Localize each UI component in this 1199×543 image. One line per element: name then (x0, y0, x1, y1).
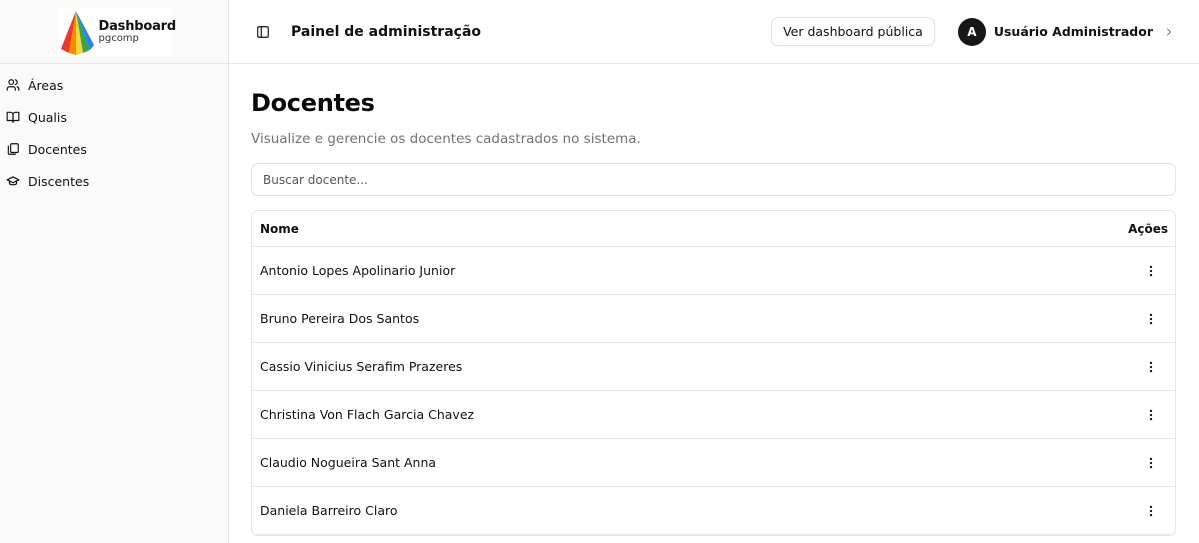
avatar: A (957, 17, 986, 46)
sidebar-item-label: Docentes (28, 141, 87, 157)
docente-name: Antonio Lopes Apolinario Junior (260, 263, 456, 278)
logo-area: Dashboard pgcomp (0, 0, 228, 64)
table-row: Antonio Lopes Apolinario Junior (252, 247, 1175, 295)
row-actions-button[interactable] (1143, 359, 1159, 375)
docentes-table: Nome Ações Antonio Lopes Apolinario Juni… (251, 210, 1176, 536)
view-public-dashboard-button[interactable]: Ver dashboard pública (771, 17, 935, 46)
search-input[interactable] (251, 163, 1176, 196)
user-name: Usuário Administrador (993, 24, 1153, 39)
user-menu[interactable]: A Usuário Administrador (957, 17, 1175, 46)
chevron-right-icon (1167, 28, 1171, 35)
row-actions-button[interactable] (1143, 503, 1159, 519)
row-actions-button[interactable] (1143, 311, 1159, 327)
docente-name: Daniela Barreiro Claro (260, 503, 398, 518)
sidebar-nav: Áreas Qualis Docentes Discentes (0, 64, 228, 197)
logo-mark-icon (60, 10, 94, 55)
sidebar-item-discentes[interactable]: Discentes (0, 165, 228, 197)
sidebar-item-docentes[interactable]: Docentes (0, 133, 228, 165)
main-area: Painel de administração Ver dashboard pú… (229, 0, 1199, 543)
row-actions-button[interactable] (1143, 455, 1159, 471)
column-header-nome: Nome (260, 221, 299, 236)
docente-name: Cassio Vinicius Serafim Prazeres (260, 359, 463, 374)
table-row: Claudio Nogueira Sant Anna (252, 439, 1175, 487)
logo-title: Dashboard (98, 18, 177, 34)
graduation-cap-icon (6, 176, 20, 186)
sidebar-toggle-button[interactable] (255, 24, 271, 40)
more-vertical-icon (1149, 361, 1153, 372)
logo-subtitle: pgcomp (98, 32, 139, 44)
table-row: Bruno Pereira Dos Santos (252, 295, 1175, 343)
docente-name: Claudio Nogueira Sant Anna (260, 455, 437, 470)
column-header-acoes: Ações (1128, 221, 1168, 236)
more-vertical-icon (1149, 409, 1153, 420)
row-actions-button[interactable] (1143, 263, 1159, 279)
topbar: Painel de administração Ver dashboard pú… (229, 0, 1199, 64)
sidebar: Dashboard pgcomp Áreas Qualis Docentes D… (0, 0, 229, 543)
table-row: Cassio Vinicius Serafim Prazeres (252, 343, 1175, 391)
table-row: Christina Von Flach Garcia Chavez (252, 391, 1175, 439)
panel-left-icon (257, 25, 269, 38)
users-icon (6, 79, 20, 91)
more-vertical-icon (1149, 457, 1153, 468)
sidebar-item-label: Áreas (28, 77, 64, 93)
more-vertical-icon (1149, 265, 1153, 276)
docente-name: Bruno Pereira Dos Santos (260, 311, 420, 326)
page-description: Visualize e gerencie os docentes cadastr… (251, 131, 641, 147)
sidebar-item-label: Discentes (28, 173, 90, 189)
more-vertical-icon (1149, 505, 1153, 516)
page-content: Docentes Visualize e gerencie os docente… (229, 64, 1199, 536)
sidebar-item-label: Qualis (28, 109, 67, 125)
more-vertical-icon (1149, 313, 1153, 324)
table-row: Daniela Barreiro Claro (252, 487, 1175, 535)
book-open-icon (6, 111, 20, 123)
sidebar-item-areas[interactable]: Áreas (0, 69, 228, 101)
docente-name: Christina Von Flach Garcia Chavez (260, 407, 475, 422)
table-header: Nome Ações (252, 211, 1175, 247)
row-actions-button[interactable] (1143, 407, 1159, 423)
sidebar-item-qualis[interactable]: Qualis (0, 101, 228, 133)
library-icon (7, 143, 19, 155)
page-title: Docentes (251, 89, 375, 117)
logo[interactable]: Dashboard pgcomp (56, 7, 176, 56)
header-title: Painel de administração (291, 23, 482, 40)
